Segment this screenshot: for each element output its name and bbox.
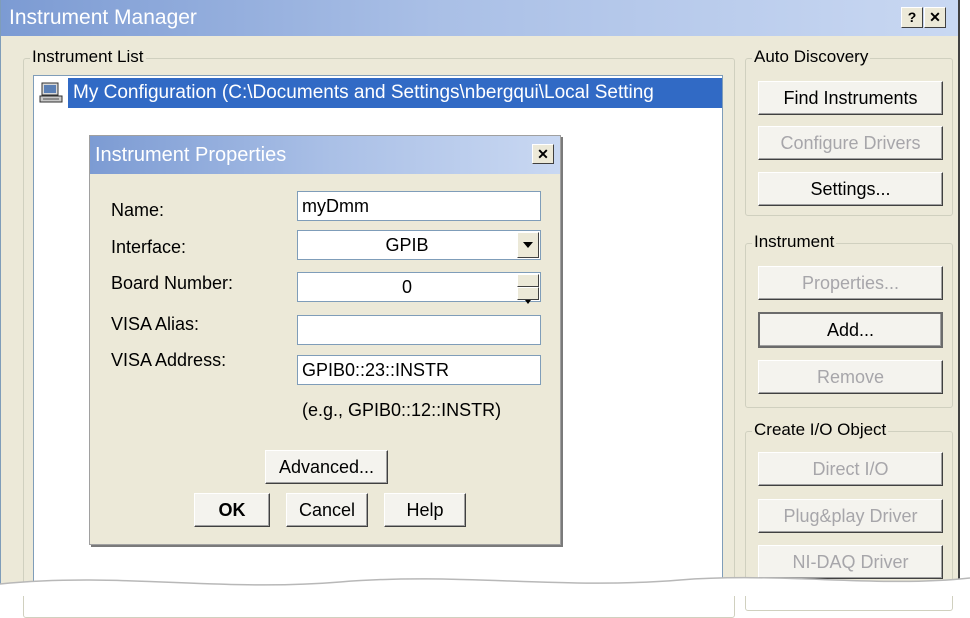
dropdown-arrow-button[interactable] — [517, 232, 539, 258]
computer-icon — [39, 82, 63, 103]
close-button[interactable]: ✕ — [924, 7, 946, 28]
help-dialog-button[interactable]: Help — [384, 493, 466, 527]
direct-io-button[interactable]: Direct I/O — [758, 452, 943, 486]
visa-address-label: VISA Address: — [111, 350, 227, 370]
name-label: Name: — [111, 200, 165, 220]
visa-alias-field[interactable] — [297, 315, 541, 345]
advanced-button[interactable]: Advanced... — [265, 450, 388, 484]
list-item[interactable]: My Configuration (C:\Documents and Setti… — [34, 76, 722, 110]
create-io-label: Create I/O Object — [752, 420, 889, 440]
properties-button[interactable]: Properties... — [758, 266, 943, 300]
spin-up-button[interactable] — [517, 274, 539, 292]
configure-drivers-button[interactable]: Configure Drivers — [758, 126, 943, 160]
auto-discovery-label: Auto Discovery — [752, 47, 871, 67]
settings-button[interactable]: Settings... — [758, 172, 943, 206]
chevron-down-icon — [523, 242, 533, 248]
list-item-label: My Configuration (C:\Documents and Setti… — [68, 78, 722, 108]
arrow-down-icon — [525, 300, 531, 304]
visa-alias-label: VISA Alias: — [111, 314, 200, 334]
plugplay-driver-button[interactable]: Plug&play Driver — [758, 499, 943, 533]
dialog-title-bar: Instrument Properties ✕ — [90, 136, 560, 174]
dialog-title: Instrument Properties — [95, 144, 287, 166]
instrument-group-label: Instrument — [752, 232, 837, 252]
spin-down-button[interactable] — [517, 287, 539, 304]
instrument-list-label: Instrument List — [30, 47, 146, 67]
torn-edge-decoration — [0, 576, 970, 596]
cancel-button[interactable]: Cancel — [286, 493, 368, 527]
interface-label: Interface: — [111, 237, 187, 257]
board-number-label: Board Number: — [111, 273, 234, 293]
find-instruments-button[interactable]: Find Instruments — [758, 81, 943, 115]
visa-address-hint: (e.g., GPIB0::12::INSTR) — [302, 400, 502, 420]
board-number-stepper[interactable]: 0 — [297, 272, 541, 304]
interface-select[interactable]: GPIB — [297, 230, 541, 260]
remove-button[interactable]: Remove — [758, 360, 943, 394]
title-bar: Instrument Manager ? ✕ — [1, 0, 958, 36]
interface-value: GPIB — [385, 235, 429, 255]
help-button[interactable]: ? — [901, 7, 923, 28]
instrument-properties-dialog: Instrument Properties ✕ Name: myDmm Inte… — [89, 135, 561, 545]
visa-address-field[interactable]: GPIB0::23::INSTR — [297, 355, 541, 385]
dialog-close-button[interactable]: ✕ — [532, 144, 554, 164]
window-title: Instrument Manager — [9, 6, 197, 29]
name-field[interactable]: myDmm — [297, 191, 541, 221]
ok-button[interactable]: OK — [194, 493, 270, 527]
add-button[interactable]: Add... — [758, 312, 943, 348]
instrument-manager-window: Instrument Manager ? ✕ Instrument List M… — [0, 0, 960, 618]
board-number-value: 0 — [401, 277, 412, 297]
